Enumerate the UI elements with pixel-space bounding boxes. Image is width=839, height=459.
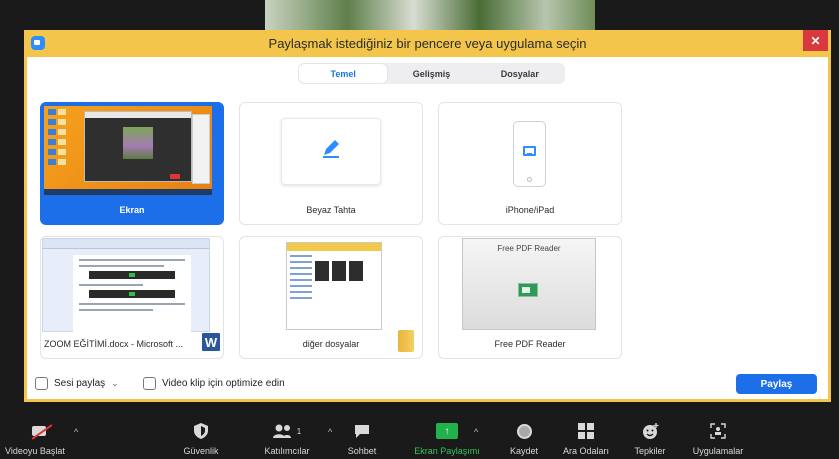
apps-label: Uygulamalar — [692, 446, 744, 456]
video-options-caret[interactable]: ^ — [74, 427, 78, 437]
share-option-pdf-reader[interactable]: Free PDF Reader Free PDF Reader — [438, 236, 622, 359]
share-option-label: ZOOM EĞİTİMİ.docx - Microsoft ... — [44, 339, 184, 349]
meeting-toolbar: Videoyu Başlat ^ Güvenlik 1 Katılımcılar… — [0, 405, 839, 459]
word-icon: W — [201, 332, 221, 352]
tab-files[interactable]: Dosyalar — [476, 64, 564, 83]
share-option-label: iPhone/iPad — [505, 205, 555, 215]
apps-button[interactable]: Uygulamalar — [686, 405, 750, 459]
shield-icon — [194, 422, 208, 440]
participants-label: Katılımcılar — [264, 446, 310, 456]
grid-icon — [578, 423, 594, 439]
share-screen-label: Ekran Paylaşımı — [414, 446, 480, 456]
apps-icon — [710, 422, 726, 440]
pdf-app-icon — [518, 283, 538, 297]
participants-options-caret[interactable]: ^ — [328, 427, 332, 437]
share-option-label: Beyaz Tahta — [306, 205, 356, 215]
participants-icon: 1 — [272, 422, 302, 440]
participant-count: 1 — [296, 426, 302, 436]
breakout-rooms-label: Ara Odaları — [562, 446, 610, 456]
pen-icon — [320, 137, 342, 166]
share-options-caret[interactable]: ^ — [474, 427, 478, 437]
participants-button[interactable]: 1 Katılımcılar — [255, 405, 319, 459]
pdf-thumb-title: Free PDF Reader — [497, 244, 561, 253]
phone-icon — [513, 121, 546, 187]
video-off-icon — [32, 424, 52, 438]
share-screen-icon: ↑ — [436, 423, 458, 439]
desktop-thumbnail — [44, 106, 212, 195]
chat-icon — [354, 422, 370, 440]
share-tabs: Temel Gelişmiş Dosyalar — [298, 63, 565, 84]
record-label: Kaydet — [509, 446, 539, 456]
record-icon — [516, 423, 532, 439]
airplay-icon — [523, 146, 536, 156]
share-screen-dialog: Paylaşmak istediğiniz bir pencere veya u… — [24, 30, 831, 402]
folder-icon — [398, 330, 414, 352]
start-video-button[interactable]: Videoyu Başlat — [5, 405, 72, 459]
share-option-whiteboard[interactable]: Beyaz Tahta — [239, 102, 423, 225]
share-option-screen[interactable]: Ekran — [40, 102, 224, 225]
reactions-button[interactable]: Tepkiler — [628, 405, 672, 459]
share-sound-option[interactable]: Sesi paylaş ⌄ — [35, 376, 119, 391]
optimize-video-checkbox[interactable] — [143, 377, 156, 390]
participant-video — [265, 0, 595, 30]
security-button[interactable]: Güvenlik — [176, 405, 226, 459]
optimize-video-option[interactable]: Video klip için optimize edin — [143, 376, 285, 391]
tab-advanced[interactable]: Gelişmiş — [387, 64, 475, 83]
close-button[interactable]: ✕ — [803, 30, 828, 51]
security-label: Güvenlik — [183, 446, 219, 456]
share-option-label: Free PDF Reader — [494, 339, 566, 349]
share-option-folder-window[interactable]: diğer dosyalar — [239, 236, 423, 359]
chevron-down-icon[interactable]: ⌄ — [111, 378, 119, 389]
share-sound-label: Sesi paylaş — [54, 378, 106, 389]
reactions-label: Tepkiler — [634, 446, 666, 456]
share-option-iphone[interactable]: iPhone/iPad — [438, 102, 622, 225]
tab-basic[interactable]: Temel — [299, 64, 388, 83]
optimize-video-label: Video klip için optimize edin — [162, 378, 285, 389]
chat-label: Sohbet — [347, 446, 377, 456]
share-sound-checkbox[interactable] — [35, 377, 48, 390]
word-window-thumbnail — [42, 238, 210, 333]
share-option-label: diğer dosyalar — [302, 339, 360, 349]
record-button[interactable]: Kaydet — [502, 405, 546, 459]
share-button[interactable]: Paylaş — [736, 374, 817, 394]
folder-window-thumbnail — [286, 242, 382, 330]
start-video-label: Videoyu Başlat — [5, 446, 65, 456]
dialog-title-bar[interactable]: Paylaşmak istediğiniz bir pencere veya u… — [24, 30, 831, 57]
share-option-label: Ekran — [119, 205, 145, 215]
smiley-icon — [642, 422, 659, 440]
dialog-title: Paylaşmak istediğiniz bir pencere veya u… — [268, 36, 587, 51]
breakout-rooms-button[interactable]: Ara Odaları — [558, 405, 614, 459]
share-option-word-window[interactable]: ZOOM EĞİTİMİ.docx - Microsoft ... W — [40, 236, 224, 359]
pdf-reader-thumbnail: Free PDF Reader — [462, 238, 596, 330]
chat-button[interactable]: Sohbet — [340, 405, 384, 459]
